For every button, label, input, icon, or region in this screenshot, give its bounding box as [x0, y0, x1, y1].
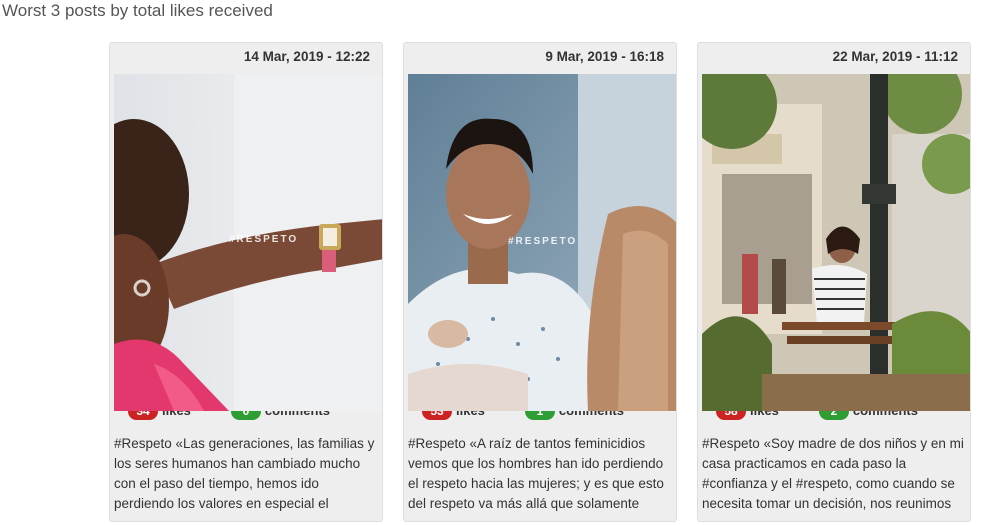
post-caption: #Respeto «Soy madre de dos niños y en mi… [702, 436, 964, 511]
post-date: 9 Mar, 2019 - 16:18 [545, 49, 664, 64]
post-image[interactable]: #RESPETO [114, 74, 382, 411]
section-heading: Worst 3 posts by total likes received [2, 1, 273, 20]
post-card[interactable]: 22 Mar, 2019 - 11:12 58 2 #Respeto «Soy … [697, 42, 971, 522]
image-overlay-text: #RESPETO [229, 234, 298, 245]
post-caption: #Respeto «A raíz de tantos feminicidios … [408, 436, 664, 511]
post-image[interactable] [702, 74, 970, 411]
post-card[interactable]: 9 Mar, 2019 - 16:18 #RESPETO 53 1 #Respe… [403, 42, 677, 522]
post-image[interactable]: #RESPETO [408, 74, 676, 411]
post-caption: #Respeto «Las generaciones, las familias… [114, 436, 375, 511]
post-date: 22 Mar, 2019 - 11:12 [832, 49, 958, 64]
post-image-graphic: #RESPETO [114, 74, 382, 411]
post-image-graphic [702, 74, 970, 411]
post-image-graphic: #RESPETO [408, 74, 676, 411]
post-card[interactable]: 14 Mar, 2019 - 12:22 #RESPETO 34 0 #Resp… [109, 42, 383, 522]
image-overlay-text: #RESPETO [508, 236, 577, 247]
post-date: 14 Mar, 2019 - 12:22 [243, 49, 370, 64]
